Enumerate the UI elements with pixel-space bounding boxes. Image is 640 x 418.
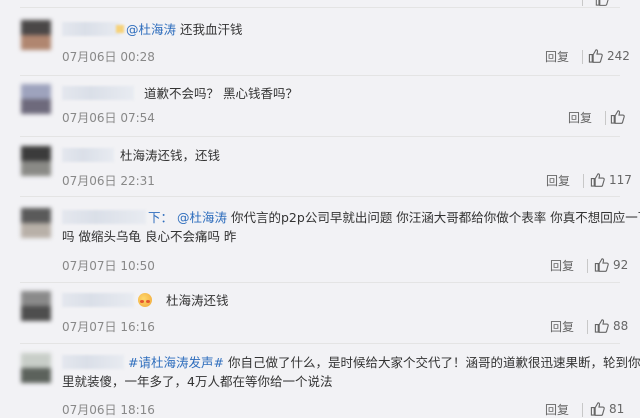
- topic-hashtag-link[interactable]: #请杜海涛发声#: [128, 355, 224, 370]
- like-count: 88: [613, 318, 629, 333]
- reply-button[interactable]: 回复: [550, 257, 574, 274]
- thumbs-up-icon: [590, 402, 605, 416]
- thumbs-up-icon: [595, 0, 609, 6]
- divider: [20, 136, 620, 137]
- timestamp: 07月07日 10:50: [62, 259, 155, 273]
- avatar[interactable]: [21, 20, 51, 50]
- comment-body: 道歉不会吗？ 黑心钱香吗？: [144, 86, 298, 101]
- separator: [582, 0, 583, 6]
- avatar[interactable]: [21, 84, 51, 114]
- comment-text: @杜海涛 还我血汗钱: [62, 20, 620, 39]
- like-count: 117: [609, 172, 632, 187]
- comment-item: 道歉不会吗？ 黑心钱香吗？ 07月06日 07:54 回复: [0, 84, 640, 137]
- comment-text: 杜海涛还钱，还钱: [62, 146, 620, 165]
- like-count: 242: [607, 48, 630, 63]
- thumbs-up-icon: [594, 319, 609, 333]
- reply-button[interactable]: 回复: [545, 401, 569, 418]
- comment-text: #请杜海涛发声# 你自己做了什么，是时候给大家个交代了！涵哥的道歉很迅速果断，轮…: [62, 353, 640, 391]
- divider: [20, 282, 620, 283]
- comment-body-continued: 里就装傻，一年多了，4万人都在等你给一个说法: [62, 374, 333, 389]
- smile-emoji-icon: [138, 293, 152, 307]
- separator: [582, 50, 583, 64]
- comment-text: 道歉不会吗？ 黑心钱香吗？: [62, 84, 620, 103]
- timestamp: 07月06日 18:16: [62, 403, 155, 417]
- like-button[interactable]: 88: [594, 318, 628, 333]
- like-button[interactable]: 81: [590, 401, 624, 416]
- reply-button[interactable]: 回复: [550, 318, 574, 335]
- like-count: 92: [613, 257, 629, 272]
- previous-comment-fragment: [0, 0, 640, 8]
- comment-item: 杜海涛还钱 07月07日 16:16 回复 88: [0, 291, 640, 344]
- like-button[interactable]: 242: [588, 48, 630, 63]
- separator: [587, 259, 588, 273]
- separator: [605, 111, 606, 125]
- avatar[interactable]: [21, 353, 51, 383]
- avatar[interactable]: [21, 291, 51, 321]
- avatar[interactable]: [21, 146, 51, 176]
- mention-link[interactable]: @杜海涛: [126, 22, 176, 37]
- thumbs-up-icon: [610, 110, 625, 124]
- like-button[interactable]: [595, 0, 613, 6]
- avatar[interactable]: [21, 208, 51, 238]
- reply-button[interactable]: 回复: [545, 48, 569, 65]
- comment-item: @杜海涛 还我血汗钱 07月06日 00:28 回复 242: [0, 20, 640, 76]
- divider: [20, 7, 620, 8]
- comment-body: 你自己做了什么，是时候给大家个交代了！涵哥的道歉很迅速果断，轮到你这: [227, 355, 640, 370]
- reply-button[interactable]: 回复: [568, 109, 592, 126]
- comment-item: 杜海涛还钱，还钱 07月06日 22:31 回复 117: [0, 146, 640, 197]
- divider: [20, 75, 620, 76]
- timestamp: 07月06日 07:54: [62, 111, 155, 125]
- timestamp: 07月07日 16:16: [62, 320, 155, 334]
- comment-body: 杜海涛还钱: [165, 293, 229, 308]
- thumbs-up-icon: [590, 173, 605, 187]
- username-tail[interactable]: 下：: [148, 210, 173, 225]
- comment-text: 下： @杜海涛 你代言的p2p公司早就出问题 你汪涵大哥都给你做个表率 你真不想…: [62, 208, 640, 246]
- like-count: 81: [609, 401, 625, 416]
- like-button[interactable]: [610, 109, 629, 124]
- divider: [20, 343, 620, 344]
- like-button[interactable]: 117: [590, 172, 632, 187]
- thumbs-up-icon: [594, 258, 609, 272]
- comment-item: #请杜海涛发声# 你自己做了什么，是时候给大家个交代了！涵哥的道歉很迅速果断，轮…: [0, 353, 640, 418]
- mention-link[interactable]: @杜海涛: [177, 210, 227, 225]
- thumbs-up-icon: [588, 49, 603, 63]
- timestamp: 07月06日 22:31: [62, 174, 155, 188]
- separator: [587, 320, 588, 334]
- timestamp: 07月06日 00:28: [62, 50, 155, 64]
- comment-item: 下： @杜海涛 你代言的p2p公司早就出问题 你汪涵大哥都给你做个表率 你真不想…: [0, 208, 640, 283]
- comment-body: 你代言的p2p公司早就出问题 你汪涵大哥都给你做个表率 你真不想回应一下: [231, 210, 640, 225]
- comment-body: 还我血汗钱: [180, 22, 243, 37]
- comment-body-continued: 吗 做缩头乌龟 良心不会痛吗 昨: [62, 229, 237, 244]
- comment-text: 杜海涛还钱: [62, 291, 620, 310]
- divider: [20, 196, 620, 197]
- separator: [583, 174, 584, 188]
- reply-button[interactable]: 回复: [546, 172, 570, 189]
- like-button[interactable]: 92: [594, 257, 628, 272]
- comment-body: 杜海涛还钱，还钱: [120, 148, 221, 163]
